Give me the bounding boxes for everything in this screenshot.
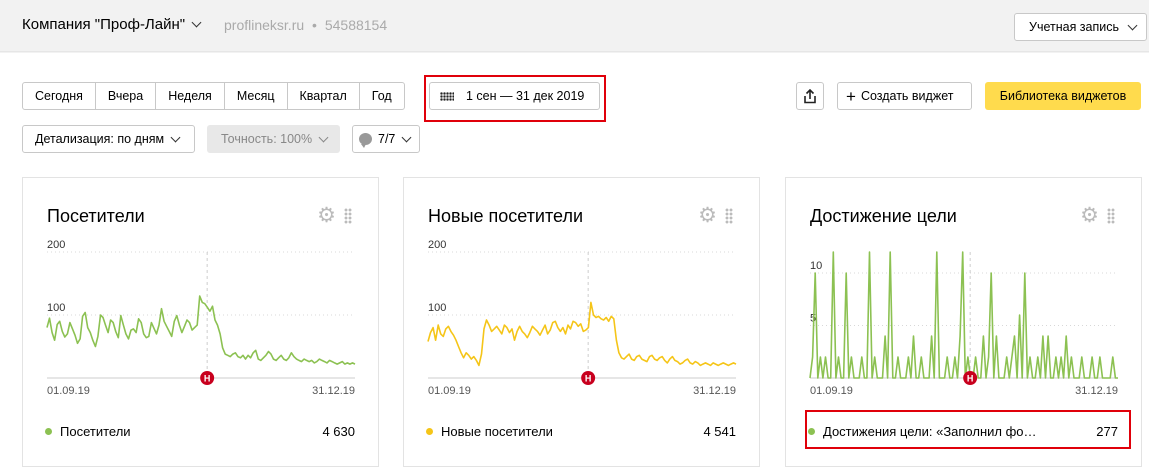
x-tick-label-end: 31.12.19	[693, 385, 736, 397]
share-icon	[804, 88, 816, 103]
legend-label[interactable]: Новые посетители	[441, 424, 553, 439]
widget-title: Новые посетители	[428, 206, 584, 226]
notes-dropdown[interactable]: 7/7	[352, 125, 420, 153]
chevron-down-icon	[1127, 20, 1138, 30]
create-widget-button[interactable]: + Создать виджет	[837, 82, 972, 110]
company-name: Компания "Проф-Лайн"	[22, 16, 186, 33]
accuracy-label: Точность: 100%	[221, 132, 313, 146]
create-widget-label: Создать виджет	[860, 89, 954, 103]
legend-dot	[426, 428, 433, 435]
top-bar: Компания "Проф-Лайн" proflineksr.ru • 54…	[0, 0, 1149, 52]
note-marker-label: Н	[204, 374, 211, 384]
plus-icon: +	[846, 86, 856, 106]
x-tick-label-end: 31.12.19	[1075, 385, 1118, 397]
widget-library-label: Библиотека виджетов	[999, 89, 1127, 103]
period-week-button[interactable]: Неделя	[156, 83, 225, 109]
x-tick-label-end: 31.12.19	[312, 385, 355, 397]
site-info: proflineksr.ru • 54588154	[224, 17, 387, 33]
site-domain: proflineksr.ru	[224, 17, 305, 33]
visitors-chart: 200 100 Н 01.09.19 31.12.19	[46, 239, 356, 397]
legend-label[interactable]: Посетители	[60, 424, 131, 439]
notes-label: 7/7	[378, 132, 396, 146]
widget-title: Достижение цели	[810, 206, 957, 226]
period-yesterday-button[interactable]: Вчера	[96, 83, 157, 109]
export-button[interactable]	[796, 82, 824, 110]
legend-dot	[45, 428, 52, 435]
date-range-button[interactable]: 1 сен — 31 дек 2019	[429, 82, 600, 110]
new-visitors-chart: 200 100 Н 01.09.19 31.12.19	[427, 239, 737, 397]
widget-new-visitors: Новые посетители ⚙ 200 100 Н 01.09.19 31.12.…	[403, 177, 760, 467]
y-tick-label: 100	[428, 302, 446, 314]
widget-legend: Посетители 4 630	[45, 424, 355, 439]
goal-chart: 105Н01.09.19 31.12.19	[809, 251, 1118, 397]
note-marker-label: Н	[967, 374, 974, 384]
chevron-down-icon	[170, 132, 181, 142]
y-tick-label: 200	[428, 239, 446, 251]
period-year-button[interactable]: Год	[360, 83, 404, 109]
company-selector[interactable]: Компания "Проф-Лайн"	[22, 16, 202, 33]
widget-library-button[interactable]: Библиотека виджетов	[985, 82, 1141, 110]
gear-icon[interactable]: ⚙	[317, 205, 336, 226]
x-tick-label-start: 01.09.19	[428, 385, 471, 397]
gear-icon[interactable]: ⚙	[698, 205, 717, 226]
widget-controls: ⚙	[698, 205, 733, 226]
calendar-icon	[440, 91, 454, 101]
detail-dropdown[interactable]: Детализация: по дням	[22, 125, 195, 153]
legend-total: 4 541	[703, 424, 736, 439]
drag-handle-icon[interactable]	[725, 207, 733, 224]
detail-label: Детализация: по дням	[35, 132, 165, 146]
legend-total: 4 630	[322, 424, 355, 439]
drag-handle-icon[interactable]	[1107, 207, 1115, 224]
x-tick-label-start: 01.09.19	[810, 385, 853, 397]
x-tick-label-start: 01.09.19	[47, 385, 90, 397]
series-line	[46, 295, 356, 365]
series-line	[427, 301, 737, 367]
date-range-label: 1 сен — 31 дек 2019	[466, 89, 585, 103]
chevron-down-icon	[318, 132, 329, 142]
y-tick-label: 100	[47, 302, 65, 314]
y-tick-label: 10	[810, 260, 822, 272]
y-tick-label: 200	[47, 239, 65, 251]
chevron-down-icon	[191, 17, 202, 28]
account-button[interactable]: Учетная запись	[1014, 13, 1147, 41]
note-marker-label: Н	[585, 374, 592, 384]
widget-legend: Новые посетители 4 541	[426, 424, 736, 439]
widget-title: Посетители	[47, 206, 145, 226]
comment-icon	[359, 133, 372, 148]
period-today-button[interactable]: Сегодня	[23, 83, 96, 109]
gear-icon[interactable]: ⚙	[1080, 205, 1099, 226]
period-quarter-button[interactable]: Квартал	[288, 83, 360, 109]
period-selector: Сегодня Вчера Неделя Месяц Квартал Год	[22, 82, 405, 110]
period-month-button[interactable]: Месяц	[225, 83, 288, 109]
separator-dot: •	[312, 17, 317, 33]
widget-visitors: Посетители ⚙ 200 100 Н 01.09.19 31.12.19 Пос…	[22, 177, 379, 467]
widget-controls: ⚙	[1080, 205, 1115, 226]
widget-controls: ⚙	[317, 205, 352, 226]
drag-handle-icon[interactable]	[344, 207, 352, 224]
account-label: Учетная запись	[1029, 20, 1120, 34]
goal-legend-highlight	[805, 410, 1131, 449]
accuracy-dropdown[interactable]: Точность: 100%	[207, 125, 340, 153]
series-line	[809, 251, 1118, 379]
chevron-down-icon	[401, 132, 412, 142]
counter-id: 54588154	[324, 17, 388, 33]
